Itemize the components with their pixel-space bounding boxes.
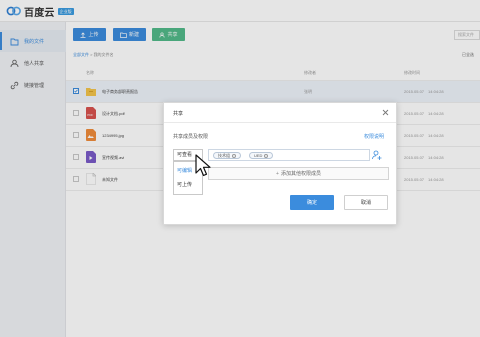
plus-icon: + bbox=[276, 170, 279, 177]
member-tag[interactable]: 技术组 bbox=[213, 152, 241, 159]
add-member-icon[interactable] bbox=[371, 149, 383, 161]
members-permissions-label: 共享成员及权限 bbox=[173, 134, 209, 140]
confirm-button[interactable]: 确定 bbox=[290, 195, 334, 210]
cancel-button[interactable]: 取消 bbox=[344, 195, 388, 210]
member-tag-label: 技术组 bbox=[218, 153, 230, 158]
permission-option-edit[interactable]: 可编辑 bbox=[177, 167, 192, 174]
remove-tag-icon[interactable] bbox=[264, 153, 269, 158]
member-tag[interactable]: UED bbox=[249, 152, 274, 159]
add-other-members-button[interactable]: + 添加其他权限成员 bbox=[208, 167, 389, 180]
close-icon[interactable] bbox=[381, 108, 390, 117]
permission-selected-value: 可查看 bbox=[177, 152, 193, 158]
dialog-header: 共享 bbox=[164, 103, 396, 123]
permission-help-link[interactable]: 权限说明 bbox=[364, 133, 384, 140]
add-other-label: 添加其他权限成员 bbox=[280, 171, 321, 177]
member-input[interactable]: 技术组 UED bbox=[208, 149, 370, 161]
dialog-title: 共享 bbox=[173, 111, 184, 117]
remove-tag-icon[interactable] bbox=[232, 153, 236, 158]
permission-option-upload[interactable]: 可上传 bbox=[177, 181, 192, 188]
mouse-cursor-icon bbox=[195, 154, 211, 177]
member-tag-label: UED bbox=[254, 153, 263, 158]
